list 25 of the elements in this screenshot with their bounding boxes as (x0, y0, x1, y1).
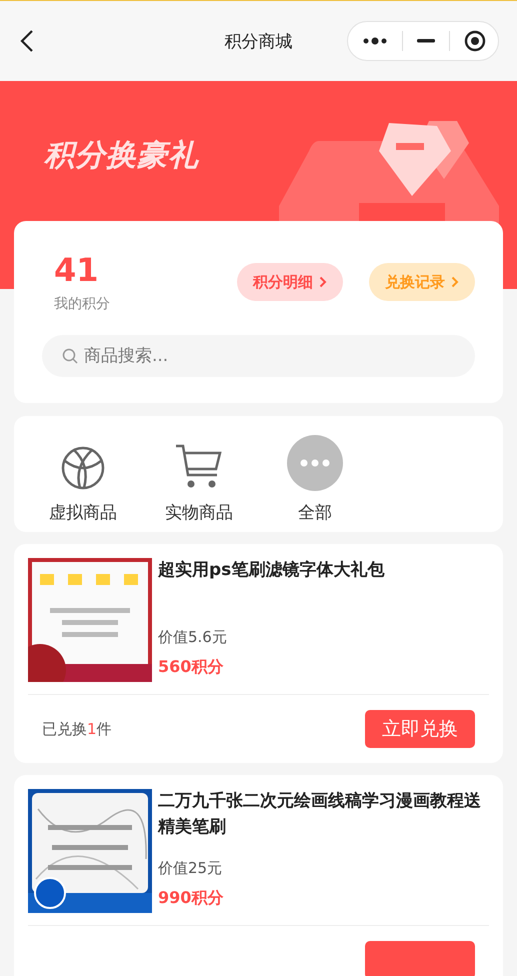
product-points: 990积分 (158, 888, 224, 909)
capsule-menu[interactable] (347, 21, 499, 61)
product-title[interactable]: 超实用ps笔刷滤镜字体大礼包 (158, 558, 489, 584)
category-item[interactable]: 全部 (260, 434, 370, 524)
page-title: 积分商城 (224, 30, 292, 52)
search-icon (62, 348, 78, 364)
banner-title: 积分换豪礼 (44, 138, 199, 173)
search-field[interactable]: 商品搜索... (42, 335, 475, 377)
back-icon[interactable] (20, 29, 34, 53)
close-icon[interactable] (464, 30, 486, 52)
product-value: 价值5.6元 (158, 628, 228, 647)
product-title[interactable]: 二万九千张二次元绘画线稿学习漫画教程送精美笔刷 (158, 789, 489, 840)
minimize-icon[interactable] (417, 39, 435, 43)
exchanged-count: 已兑换1件 (42, 720, 112, 738)
more-icon (287, 435, 343, 491)
product-value: 价值25元 (158, 859, 224, 878)
points-label: 我的积分 (54, 295, 110, 313)
category-item[interactable]: 实物商品 (144, 434, 254, 524)
globe-icon (60, 445, 106, 491)
more-icon[interactable] (362, 37, 388, 45)
product-points: 560积分 (158, 657, 224, 678)
chevron-icon (451, 276, 459, 288)
points-value: 41 (54, 251, 100, 289)
category-item[interactable]: 虚拟商品 (28, 434, 138, 524)
chevron-icon (319, 276, 327, 288)
